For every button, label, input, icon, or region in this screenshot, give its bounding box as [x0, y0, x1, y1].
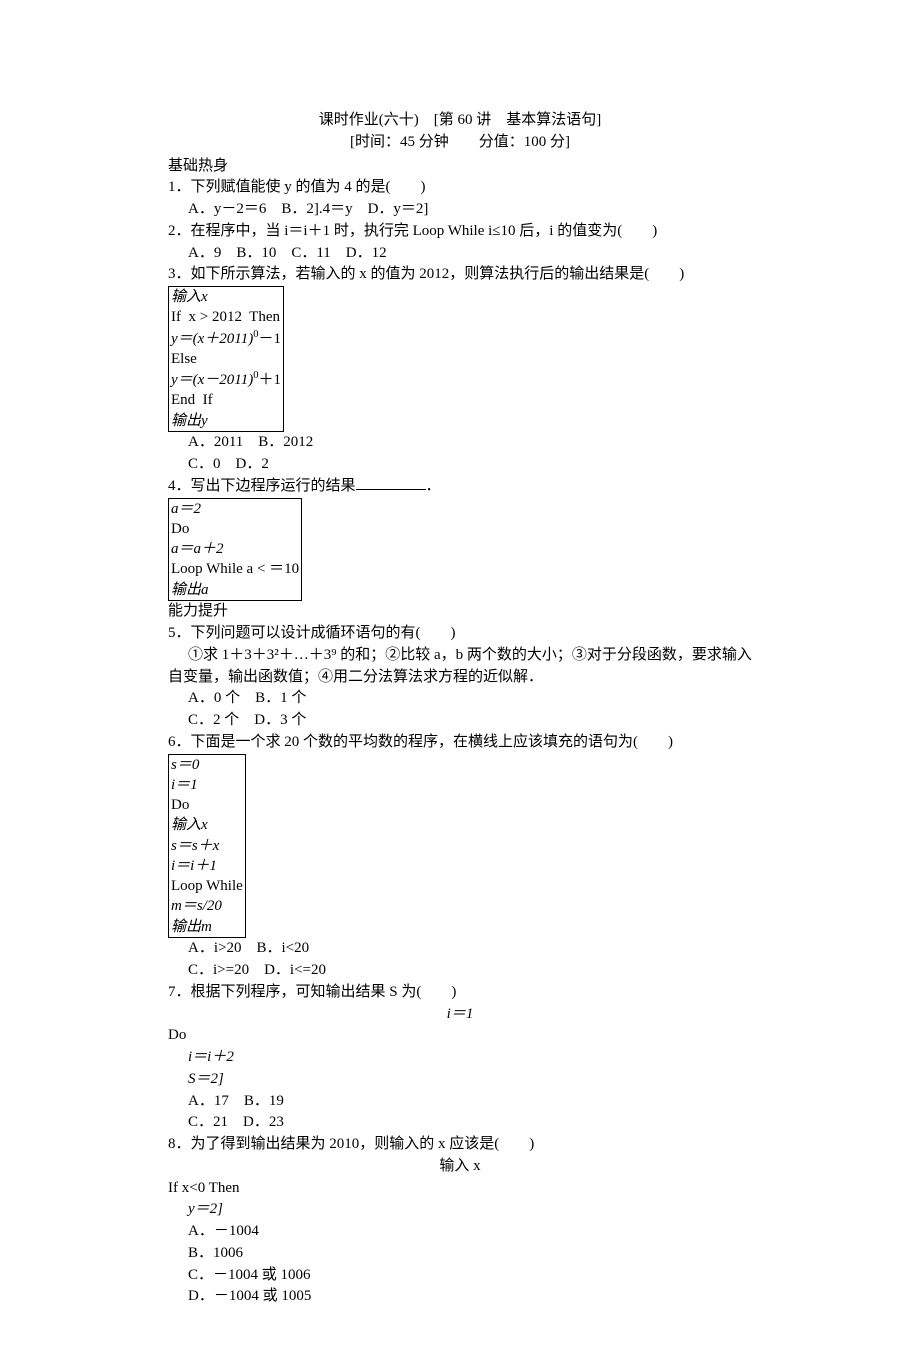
q3-code-line4: Else	[171, 351, 197, 367]
q4-blank	[356, 489, 426, 490]
q4-stem: 4．写出下边程序运行的结果．	[168, 476, 752, 498]
q8-code-line2: If x<0 Then	[168, 1178, 752, 1200]
q5-options-row1: A．0 个 B．1 个	[168, 688, 752, 710]
q8-stem: 8．为了得到输出结果为 2010，则输入的 x 应该是( )	[168, 1134, 752, 1156]
page-subtitle: [时间：45 分钟 分值：100 分]	[168, 132, 752, 154]
q4-code-line2: Do	[171, 521, 189, 537]
q7-options-row2: C．21 D．23	[168, 1112, 752, 1134]
q6-code-line6: i＝i＋1	[171, 858, 217, 874]
q2-stem: 2．在程序中，当 i＝i＋1 时，执行完 Loop While i≤10 后，i…	[168, 221, 752, 243]
q6-options-row2: C．i>=20 D．i<=20	[168, 960, 752, 982]
q4-code: a＝2 Do a＝a＋2 Loop While a < ＝10 输出a	[168, 498, 302, 601]
section-1-heading: 基础热身	[168, 156, 752, 178]
q6-code-line2: i＝1	[171, 777, 198, 793]
q6-code-line7: Loop While	[171, 878, 243, 894]
q6-stem: 6．下面是一个求 20 个数的平均数的程序，在横线上应该填充的语句为( )	[168, 732, 752, 754]
q3-code-line1: 输入x	[171, 289, 208, 305]
q3-code-line3: y＝(x＋2011)0－1	[171, 331, 281, 347]
q7-code-line4: S＝2]	[168, 1069, 752, 1091]
q8-code-line3: y＝2]	[168, 1199, 752, 1221]
q6-code-line9: 输出m	[171, 919, 212, 935]
q7-code-line2: Do	[168, 1025, 752, 1047]
q4-code-line3: a＝a＋2	[171, 541, 224, 557]
q7-options-row1: A．17 B．19	[168, 1091, 752, 1113]
q7-code-line3: i＝i＋2	[168, 1047, 752, 1069]
q6-code-line3: Do	[171, 797, 189, 813]
q6-options-row1: A．i>20 B．i<20	[168, 938, 752, 960]
q3-code-line5: y＝(x－2011)0＋1	[171, 372, 281, 388]
q1-stem: 1．下列赋值能使 y 的值为 4 的是( )	[168, 177, 752, 199]
q6-code-line1: s＝0	[171, 757, 199, 773]
q3-code-line7: 输出y	[171, 413, 208, 429]
q5-options-row2: C．2 个 D．3 个	[168, 710, 752, 732]
q3-options-row1: A．2011 B．2012	[168, 432, 752, 454]
q6-code-line5: s＝s＋x	[171, 838, 219, 854]
q7-stem: 7．根据下列程序，可知输出结果 S 为( )	[168, 982, 752, 1004]
q3-options-row2: C．0 D．2	[168, 454, 752, 476]
q4-code-line1: a＝2	[171, 501, 201, 517]
q8-code-line1: 输入 x	[168, 1156, 752, 1178]
q5-body: ①求 1＋3＋3²＋…＋3⁹ 的和；②比较 a，b 两个数的大小；③对于分段函数…	[168, 645, 752, 689]
q6-code: s＝0 i＝1 Do 输入x s＝s＋x i＝i＋1 Loop While m＝…	[168, 754, 246, 938]
q3-code-line6: End If	[171, 392, 213, 408]
section-2-heading: 能力提升	[168, 601, 752, 623]
q4-code-line5: 输出a	[171, 582, 209, 598]
q6-code-line4: 输入x	[171, 817, 208, 833]
q3-stem: 3．如下所示算法，若输入的 x 的值为 2012，则算法执行后的输出结果是( )	[168, 264, 752, 286]
page-title: 课时作业(六十) [第 60 讲 基本算法语句]	[168, 110, 752, 132]
q1-options: A．y－2＝6 B．2].4＝y D．y＝2]	[168, 199, 752, 221]
q3-code-line2: If x > 2012 Then	[171, 309, 280, 325]
q4-code-line4: Loop While a < ＝10	[171, 561, 299, 577]
q2-options: A．9 B．10 C．11 D．12	[168, 243, 752, 265]
q8-options-row3: C．－1004 或 1006	[168, 1265, 752, 1287]
q6-code-line8: m＝s/20	[171, 898, 222, 914]
q8-options-row4: D．－1004 或 1005	[168, 1286, 752, 1308]
q8-options-row2: B．1006	[168, 1243, 752, 1265]
q5-stem: 5．下列问题可以设计成循环语句的有( )	[168, 623, 752, 645]
q3-code: 输入x If x > 2012 Then y＝(x＋2011)0－1 Else …	[168, 286, 284, 432]
q7-code-line1: i＝1	[168, 1004, 752, 1026]
q8-options-row1: A．－1004	[168, 1221, 752, 1243]
